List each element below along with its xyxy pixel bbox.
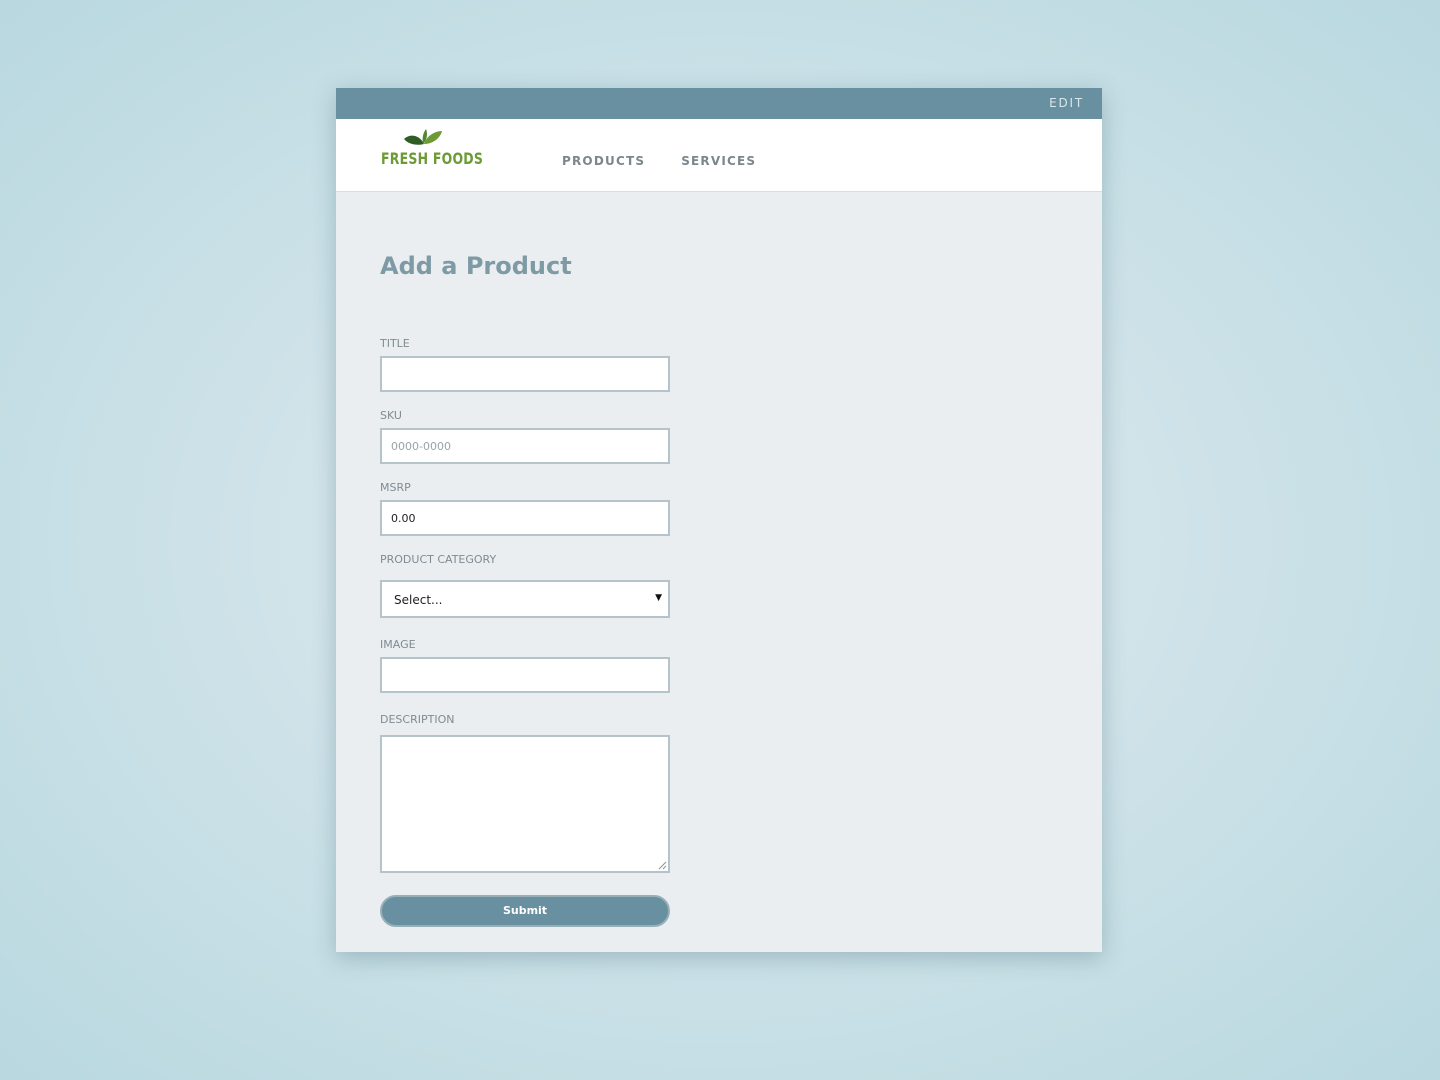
- title-label: TITLE: [380, 337, 410, 350]
- image-input[interactable]: [380, 657, 670, 693]
- category-select-value: Select...: [394, 593, 443, 607]
- site-header: FRESH FOODS PRODUCTS SERVICES: [336, 119, 1102, 192]
- description-label: DESCRIPTION: [380, 713, 455, 726]
- category-select[interactable]: Select... ▼: [380, 580, 670, 618]
- top-bar: EDIT: [336, 88, 1102, 119]
- msrp-input[interactable]: [380, 500, 670, 536]
- add-product-form: TITLE SKU MSRP PRODUCT CATEGORY Select..…: [380, 337, 670, 927]
- app-window: EDIT FRESH FOODS PRODUCTS SERVICES Add a…: [336, 88, 1102, 952]
- msrp-label: MSRP: [380, 481, 411, 494]
- sku-input[interactable]: [380, 428, 670, 464]
- image-label: IMAGE: [380, 638, 416, 651]
- submit-button[interactable]: Submit: [380, 895, 670, 927]
- resize-handle-icon[interactable]: [658, 861, 667, 870]
- main-nav: PRODUCTS SERVICES: [562, 154, 756, 168]
- nav-products[interactable]: PRODUCTS: [562, 154, 645, 168]
- category-label: PRODUCT CATEGORY: [380, 553, 497, 566]
- brand-logo[interactable]: FRESH FOODS: [380, 129, 484, 177]
- title-input[interactable]: [380, 356, 670, 392]
- sku-label: SKU: [380, 409, 402, 422]
- nav-services[interactable]: SERVICES: [681, 154, 756, 168]
- edit-link[interactable]: EDIT: [1049, 96, 1084, 110]
- description-textarea[interactable]: [380, 735, 670, 873]
- page-title: Add a Product: [380, 252, 572, 280]
- leaves-icon: [404, 129, 442, 145]
- chevron-down-icon: ▼: [655, 593, 662, 603]
- brand-name: FRESH FOODS: [381, 149, 484, 168]
